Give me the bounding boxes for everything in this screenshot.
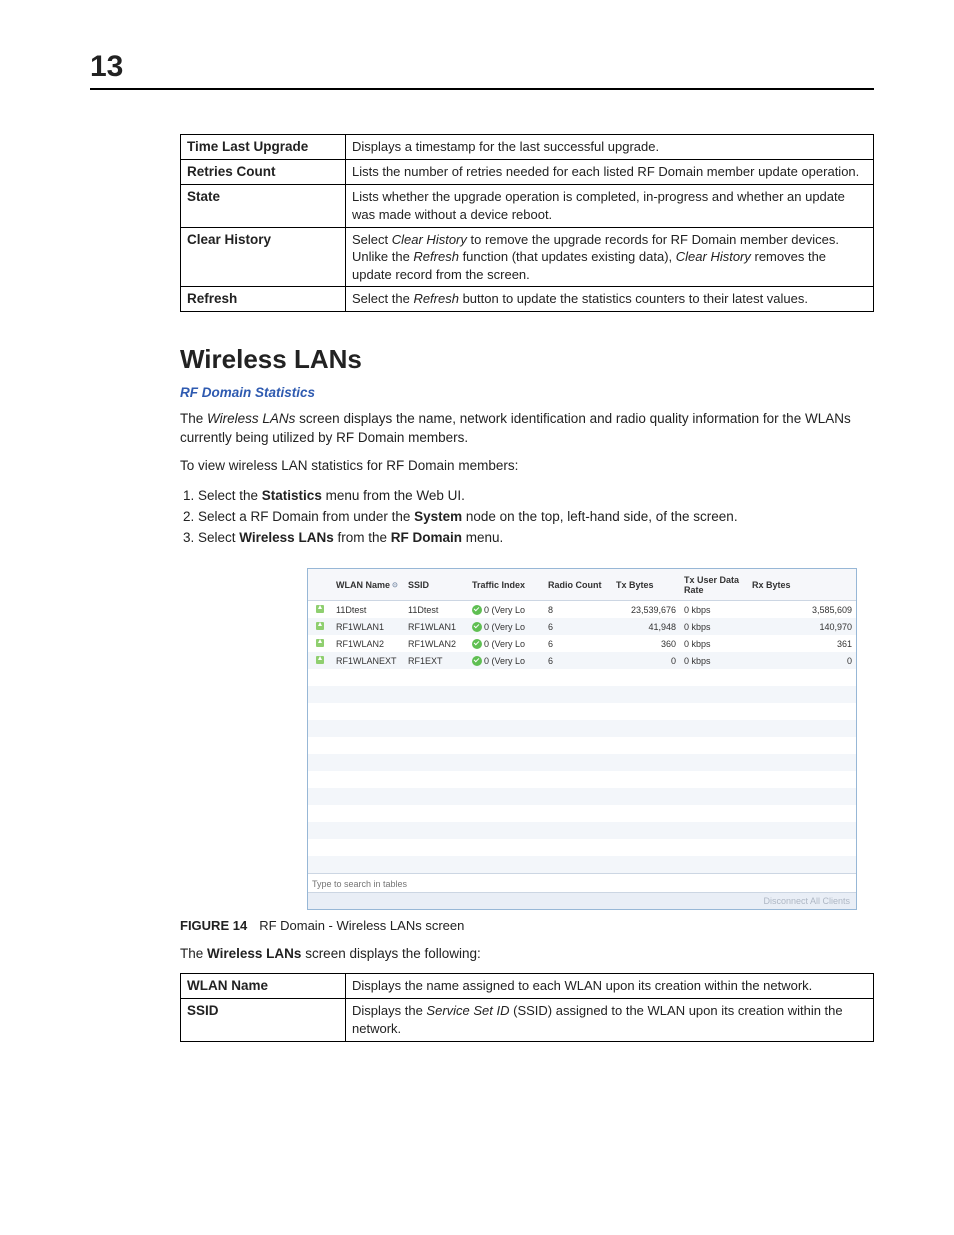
list-item: Select a RF Domain from under the System… bbox=[198, 506, 874, 527]
table-row: WLAN NameDisplays the name assigned to e… bbox=[181, 974, 874, 999]
cell-radio-count: 6 bbox=[544, 619, 612, 635]
steps-list: Select the Statistics menu from the Web … bbox=[180, 485, 874, 548]
list-item: Select Wireless LANs from the RF Domain … bbox=[198, 527, 874, 548]
grid-row[interactable]: RF1WLAN1RF1WLAN10 (Very Lo641,9480 kbps1… bbox=[308, 618, 856, 635]
cell-tx-bytes: 360 bbox=[612, 636, 680, 652]
table-row: Time Last UpgradeDisplays a timestamp fo… bbox=[181, 135, 874, 160]
col-tx-bytes[interactable]: Tx Bytes bbox=[612, 577, 680, 593]
traffic-ok-icon bbox=[472, 656, 482, 666]
cell-traffic-index: 0 (Very Lo bbox=[468, 653, 544, 669]
traffic-ok-icon bbox=[472, 639, 482, 649]
col-wlan-name[interactable]: WLAN Name⊙ bbox=[332, 577, 404, 593]
table-row: SSIDDisplays the Service Set ID (SSID) a… bbox=[181, 999, 874, 1041]
param-label: SSID bbox=[181, 999, 346, 1041]
param-desc: Lists the number of retries needed for e… bbox=[346, 160, 874, 185]
grid-row-empty bbox=[308, 720, 856, 737]
cell-traffic-index: 0 (Very Lo bbox=[468, 602, 544, 618]
grid-search-bar bbox=[308, 873, 856, 892]
cell-tx-user-rate: 0 kbps bbox=[680, 653, 748, 669]
instruction-lead: To view wireless LAN statistics for RF D… bbox=[180, 457, 874, 475]
param-desc: Displays the Service Set ID (SSID) assig… bbox=[346, 999, 874, 1041]
cell-traffic-index: 0 (Very Lo bbox=[468, 619, 544, 635]
wlan-status-icon bbox=[316, 622, 324, 630]
cell-wlan-name: RF1WLAN1 bbox=[332, 619, 404, 635]
param-label: Refresh bbox=[181, 287, 346, 312]
col-rx-bytes[interactable]: Rx Bytes bbox=[748, 577, 856, 593]
param-desc: Select the Refresh button to update the … bbox=[346, 287, 874, 312]
figure-caption: FIGURE 14RF Domain - Wireless LANs scree… bbox=[180, 918, 874, 933]
traffic-ok-icon bbox=[472, 622, 482, 632]
cell-radio-count: 6 bbox=[544, 653, 612, 669]
cell-tx-user-rate: 0 kbps bbox=[680, 602, 748, 618]
grid-row-empty bbox=[308, 822, 856, 839]
col-radio-count[interactable]: Radio Count bbox=[544, 577, 612, 593]
cell-wlan-name: 11Dtest bbox=[332, 602, 404, 618]
cell-wlan-name: RF1WLAN2 bbox=[332, 636, 404, 652]
disconnect-all-clients-button[interactable]: Disconnect All Clients bbox=[763, 896, 850, 906]
wlan-status-icon bbox=[316, 605, 324, 613]
intro-paragraph: The Wireless LANs screen displays the na… bbox=[180, 410, 874, 446]
wlan-status-icon bbox=[316, 656, 324, 664]
param-label: Retries Count bbox=[181, 160, 346, 185]
cell-ssid: RF1WLAN2 bbox=[404, 636, 468, 652]
cell-rx-bytes: 3,585,609 bbox=[748, 602, 856, 618]
grid-row-empty bbox=[308, 754, 856, 771]
wlan-fields-table: WLAN NameDisplays the name assigned to e… bbox=[180, 973, 874, 1041]
wlan-screenshot: WLAN Name⊙ SSID Traffic Index Radio Coun… bbox=[307, 568, 857, 910]
wlan-status-icon bbox=[316, 639, 324, 647]
cell-rx-bytes: 140,970 bbox=[748, 619, 856, 635]
col-ssid[interactable]: SSID bbox=[404, 577, 468, 593]
cell-rx-bytes: 0 bbox=[748, 653, 856, 669]
search-input[interactable] bbox=[308, 876, 508, 892]
grid-row-empty bbox=[308, 856, 856, 873]
grid-row[interactable]: RF1WLANEXTRF1EXT0 (Very Lo600 kbps0 bbox=[308, 652, 856, 669]
param-label: State bbox=[181, 185, 346, 227]
cell-radio-count: 8 bbox=[544, 602, 612, 618]
cell-ssid: RF1EXT bbox=[404, 653, 468, 669]
grid-row[interactable]: RF1WLAN2RF1WLAN20 (Very Lo63600 kbps361 bbox=[308, 635, 856, 652]
col-tx-user-data-rate[interactable]: Tx User Data Rate bbox=[680, 572, 748, 598]
grid-row-empty bbox=[308, 771, 856, 788]
grid-header-row: WLAN Name⊙ SSID Traffic Index Radio Coun… bbox=[308, 569, 856, 601]
grid-row-empty bbox=[308, 686, 856, 703]
list-item: Select the Statistics menu from the Web … bbox=[198, 485, 874, 506]
param-label: Time Last Upgrade bbox=[181, 135, 346, 160]
table-row: Retries CountLists the number of retries… bbox=[181, 160, 874, 185]
table-lead-paragraph: The Wireless LANs screen displays the fo… bbox=[180, 945, 874, 963]
grid-row-empty bbox=[308, 703, 856, 720]
cell-tx-user-rate: 0 kbps bbox=[680, 619, 748, 635]
grid-row-empty bbox=[308, 737, 856, 754]
param-desc: Lists whether the upgrade operation is c… bbox=[346, 185, 874, 227]
grid-row[interactable]: 11Dtest11Dtest0 (Very Lo823,539,6760 kbp… bbox=[308, 601, 856, 618]
param-desc: Displays the name assigned to each WLAN … bbox=[346, 974, 874, 999]
cell-traffic-index: 0 (Very Lo bbox=[468, 636, 544, 652]
table-row: RefreshSelect the Refresh button to upda… bbox=[181, 287, 874, 312]
cell-tx-user-rate: 0 kbps bbox=[680, 636, 748, 652]
sort-indicator-icon: ⊙ bbox=[392, 581, 398, 589]
cell-ssid: 11Dtest bbox=[404, 602, 468, 618]
cell-tx-bytes: 23,539,676 bbox=[612, 602, 680, 618]
grid-row-empty bbox=[308, 788, 856, 805]
table-row: StateLists whether the upgrade operation… bbox=[181, 185, 874, 227]
param-desc: Displays a timestamp for the last succes… bbox=[346, 135, 874, 160]
col-traffic-index[interactable]: Traffic Index bbox=[468, 577, 544, 593]
param-label: Clear History bbox=[181, 227, 346, 287]
param-label: WLAN Name bbox=[181, 974, 346, 999]
table-row: Clear HistorySelect Clear History to rem… bbox=[181, 227, 874, 287]
grid-row-empty bbox=[308, 805, 856, 822]
cell-wlan-name: RF1WLANEXT bbox=[332, 653, 404, 669]
breadcrumb-link[interactable]: RF Domain Statistics bbox=[180, 385, 874, 400]
cell-tx-bytes: 41,948 bbox=[612, 619, 680, 635]
section-heading: Wireless LANs bbox=[180, 344, 874, 375]
cell-rx-bytes: 361 bbox=[748, 636, 856, 652]
cell-tx-bytes: 0 bbox=[612, 653, 680, 669]
grid-row-empty bbox=[308, 839, 856, 856]
upgrade-params-table: Time Last UpgradeDisplays a timestamp fo… bbox=[180, 134, 874, 312]
grid-row-empty bbox=[308, 669, 856, 686]
page-number: 13 bbox=[90, 50, 874, 90]
traffic-ok-icon bbox=[472, 605, 482, 615]
param-desc: Select Clear History to remove the upgra… bbox=[346, 227, 874, 287]
cell-ssid: RF1WLAN1 bbox=[404, 619, 468, 635]
cell-radio-count: 6 bbox=[544, 636, 612, 652]
